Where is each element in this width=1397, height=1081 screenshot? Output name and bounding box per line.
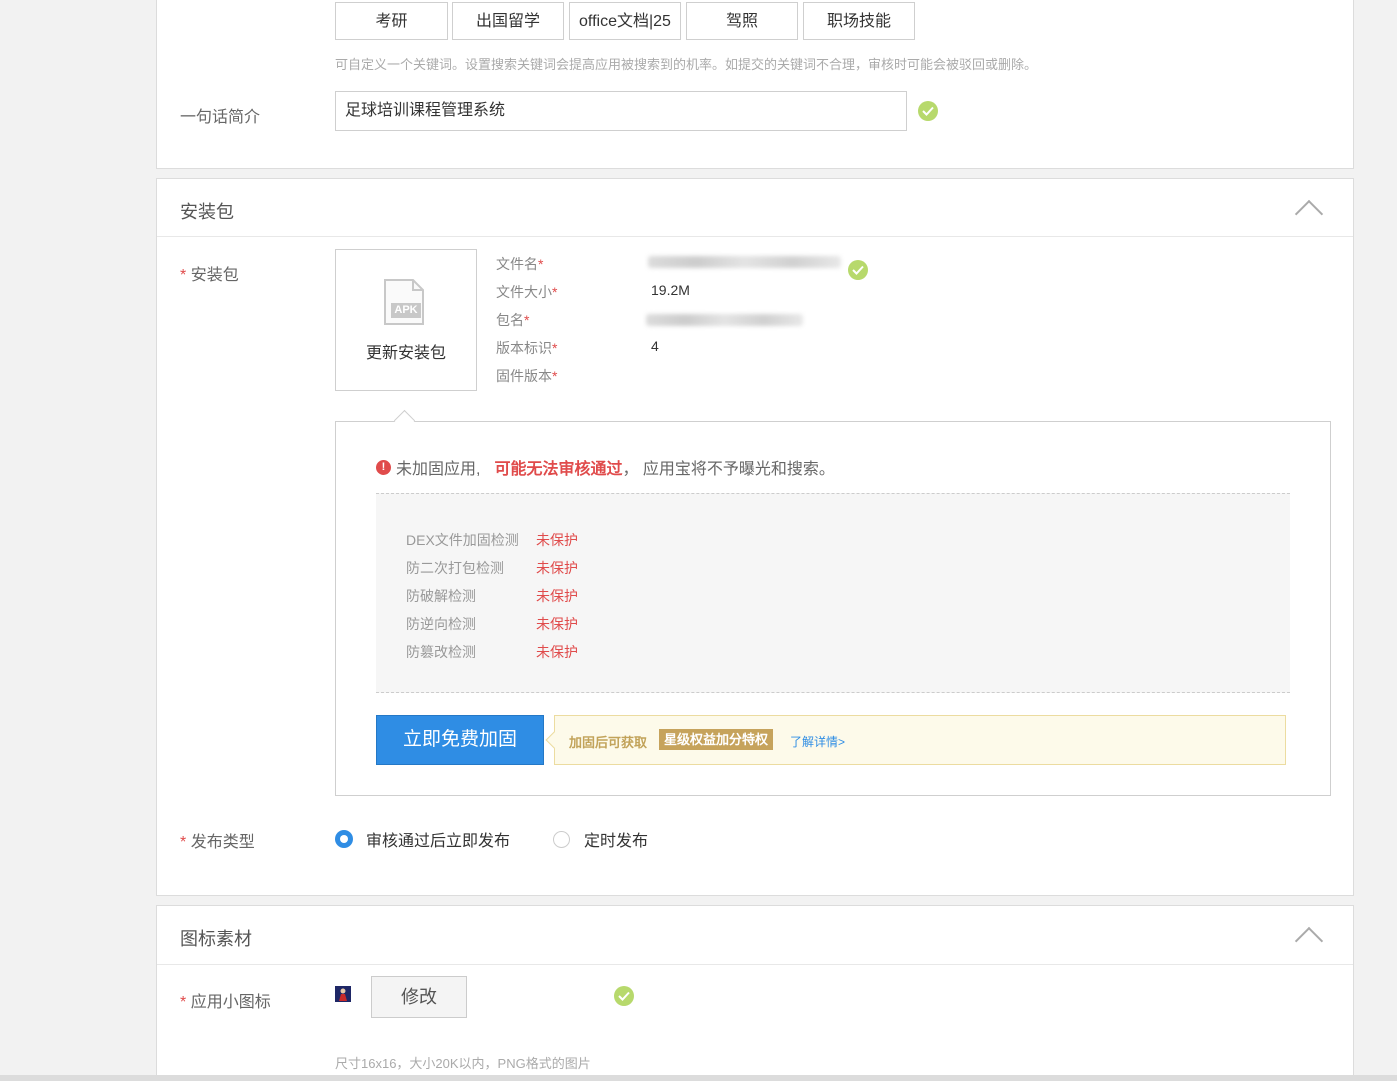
version-label: 版本标识* [496,340,558,356]
apk-file-icon: APK [383,278,425,326]
apk-badge: APK [394,304,418,316]
promo-badge: 星级权益加分特权 [659,729,774,750]
file-name-label: 文件名* [496,256,544,272]
radio-unselected-icon [553,830,570,848]
package-section-title: 安装包 [180,202,234,222]
radio-selected-icon [335,830,353,848]
publish-scheduled-label: 定时发布 [584,833,649,850]
warning-prefix: 未加固应用, [396,461,481,478]
icon-divider [157,964,1353,965]
package-label-text: 安装包 [190,267,239,284]
keyword-tag[interactable]: 职场技能 [803,2,915,40]
firmware-label: 固件版本* [496,368,558,384]
icon-section-title: 图标素材 [180,929,252,949]
warning-suffix: ， 应用宝将不予曝光和搜索。 [622,461,835,478]
check-status: 未保护 [536,616,578,632]
valid-check-icon [918,101,938,121]
keywords-hint: 可自定义一个关键词。设置搜索关键词会提高应用被搜索到的机率。如提交的关键词不合理… [335,57,1038,72]
app-small-icon [335,986,351,1002]
check-name: 防逆向检测 [406,616,476,632]
required-mark: * [180,994,187,1011]
file-name-value-redacted [648,256,841,268]
publish-label-text: 发布类型 [190,834,255,851]
version-value: 4 [651,338,659,354]
intro-label: 一句话简介 [180,109,261,126]
promo-text: 加固后可获取 [569,735,648,750]
keyword-tag[interactable]: 驾照 [686,2,798,40]
icon-size-hint: 尺寸16x16，大小20K以内，PNG格式的图片 [335,1056,591,1071]
small-icon-label: * 应用小图标 [180,988,271,1012]
package-field-label: * 安装包 [180,261,239,285]
file-size-label: 文件大小* [496,284,558,300]
warning-emphasis: 可能无法审核通过 [494,461,623,478]
small-icon-label-text: 应用小图标 [190,994,271,1011]
error-icon: ! [376,459,391,475]
check-status: 未保护 [536,588,578,604]
update-package-label: 更新安装包 [365,345,446,362]
required-mark: * [180,267,187,284]
required-mark: * [180,834,187,851]
check-name: 防篡改检测 [406,644,476,660]
file-size-value: 19.2M [651,282,690,298]
icon-valid-check-icon [614,986,634,1006]
check-status: 未保护 [536,560,578,576]
publish-now-radio[interactable]: 审核通过后立即发布 [335,827,510,851]
check-name: 防二次打包检测 [406,560,504,576]
package-name-label: 包名* [496,312,530,328]
check-name: 防破解检测 [406,588,476,604]
publish-now-label: 审核通过后立即发布 [366,833,511,850]
publish-type-label: * 发布类型 [180,828,255,852]
check-name: DEX文件加固检测 [406,532,519,548]
keyword-tag[interactable]: office文档|25 [569,2,681,40]
harden-now-button[interactable]: 立即免费加固 [376,715,544,765]
publish-scheduled-radio[interactable]: 定时发布 [553,827,648,851]
warning-line: ! 未加固应用, 可能无法审核通过 ， 应用宝将不予曝光和搜索。 [376,455,835,479]
update-package-button[interactable]: APK 更新安装包 [335,249,477,391]
bottom-scrollbar[interactable] [0,1075,1397,1081]
file-valid-check-icon [848,260,868,280]
package-name-value-redacted [646,314,803,326]
keyword-tag[interactable]: 出国留学 [452,2,564,40]
promo-details-link[interactable]: 了解详情> [790,733,845,750]
check-status: 未保护 [536,644,578,660]
package-divider [157,236,1353,237]
intro-input[interactable]: 足球培训课程管理系统 [335,91,907,131]
keyword-tag[interactable]: 考研 [335,2,448,40]
modify-icon-button[interactable]: 修改 [371,976,467,1018]
checks-area [376,493,1290,693]
check-status: 未保护 [536,532,578,548]
